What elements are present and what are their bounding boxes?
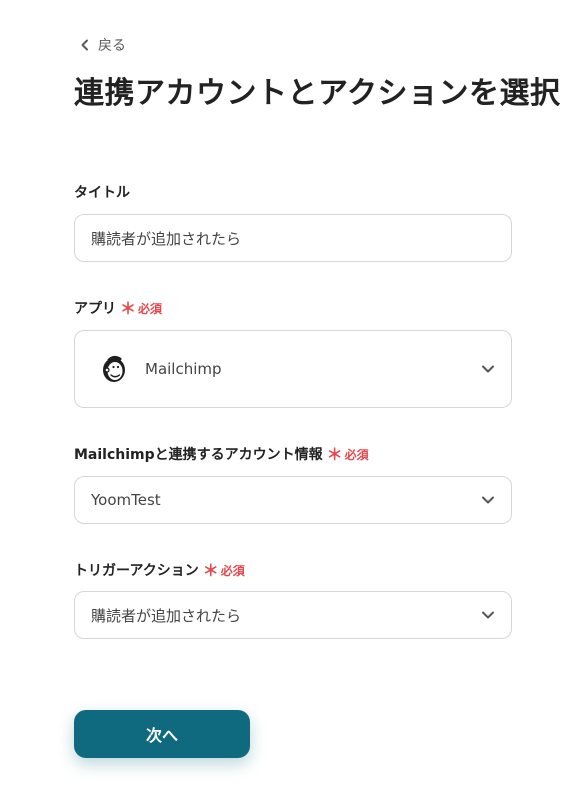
chevron-down-icon — [482, 496, 494, 504]
chevron-left-icon — [81, 39, 88, 51]
trigger-select-value: 購読者が追加されたら — [91, 606, 242, 625]
mailchimp-logo-icon — [103, 356, 125, 382]
title-input[interactable] — [74, 214, 512, 262]
title-field-label: タイトル — [74, 183, 130, 203]
trigger-action-select[interactable]: 購読者が追加されたら — [74, 591, 512, 639]
trigger-label-text: トリガーアクション — [74, 563, 199, 579]
required-asterisk: ＊ — [120, 299, 137, 318]
required-text: 必須 — [138, 302, 163, 316]
title-label-text: タイトル — [74, 185, 130, 201]
required-asterisk: ＊ — [202, 561, 219, 580]
app-select-value: Mailchimp — [145, 360, 222, 378]
account-field-label: Mailchimpと連携するアカウント情報 ＊ 必須 — [74, 445, 369, 465]
account-label-text: Mailchimpと連携するアカウント情報 — [74, 447, 323, 463]
trigger-field-label: トリガーアクション ＊ 必須 — [74, 561, 245, 581]
app-select[interactable]: Mailchimp — [74, 330, 512, 408]
required-text: 必須 — [344, 448, 369, 462]
back-link[interactable]: 戻る — [80, 34, 126, 56]
account-select[interactable]: YoomTest — [74, 476, 512, 524]
app-field-label: アプリ ＊ 必須 — [74, 299, 162, 319]
back-label: 戻る — [98, 38, 126, 54]
page-title: 連携アカウントとアクションを選択 — [74, 76, 561, 111]
chevron-down-icon — [482, 365, 494, 373]
required-asterisk: ＊ — [326, 445, 343, 464]
account-select-value: YoomTest — [91, 491, 161, 509]
required-text: 必須 — [220, 564, 245, 578]
app-label-text: アプリ — [74, 301, 116, 317]
next-button[interactable]: 次へ — [74, 710, 250, 758]
chevron-down-icon — [482, 611, 494, 619]
